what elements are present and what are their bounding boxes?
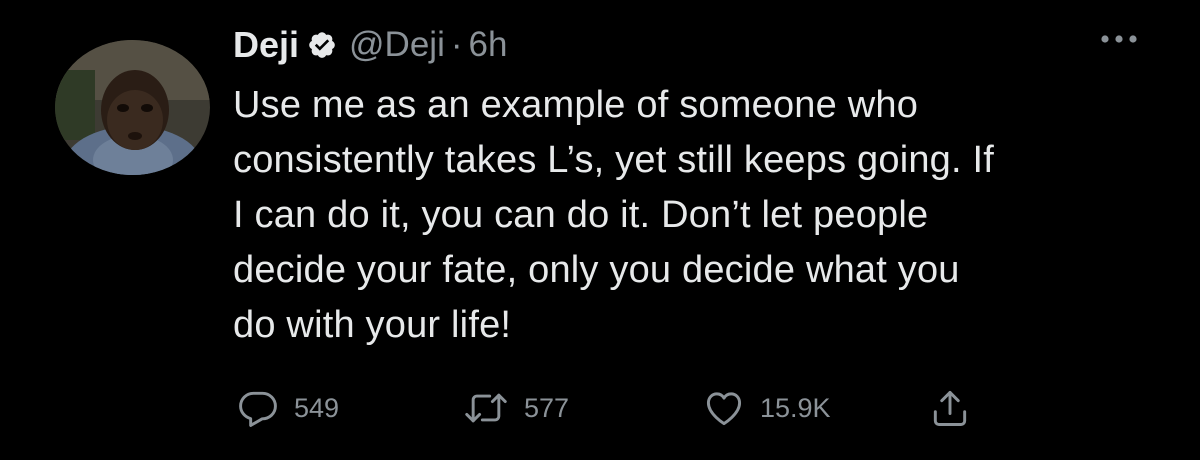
user-handle[interactable]: @Deji bbox=[349, 25, 445, 65]
tweet-text-line: decide your fate, only you decide what y… bbox=[233, 249, 960, 291]
tweet-text-line: I can do it, you can do it. Don’t let pe… bbox=[233, 194, 929, 236]
verified-badge-icon bbox=[307, 30, 337, 60]
reply-icon bbox=[239, 391, 277, 427]
like-count: 15.9K bbox=[760, 392, 831, 423]
avatar-image bbox=[55, 40, 210, 175]
tweet-header: Deji @Deji · 6h bbox=[233, 20, 507, 70]
tweet-text-line: do with your life! bbox=[233, 304, 512, 346]
display-name[interactable]: Deji bbox=[233, 24, 299, 66]
tweet-text-line: consistently takes L’s, yet still keeps … bbox=[233, 139, 995, 181]
avatar[interactable] bbox=[55, 40, 210, 175]
reply-button[interactable]: 549 bbox=[236, 383, 339, 433]
share-button[interactable] bbox=[928, 383, 972, 433]
reply-count: 549 bbox=[294, 392, 340, 423]
tweet: Deji @Deji · 6h Use me as an example of … bbox=[0, 0, 1200, 460]
tweet-text: Use me as an example of someone who cons… bbox=[233, 78, 1163, 353]
tweet-text-line: Use me as an example of someone who bbox=[233, 84, 919, 126]
retweet-count: 577 bbox=[524, 392, 570, 423]
more-options-icon[interactable] bbox=[1098, 32, 1140, 46]
separator-dot: · bbox=[450, 25, 463, 64]
like-icon bbox=[706, 392, 742, 426]
timestamp[interactable]: 6h bbox=[469, 25, 508, 65]
tweet-actions: 549 577 15.9K bbox=[230, 383, 990, 433]
retweet-button[interactable]: 577 bbox=[462, 383, 569, 433]
share-icon bbox=[933, 390, 967, 426]
retweet-icon bbox=[465, 393, 507, 423]
like-button[interactable]: 15.9K bbox=[702, 383, 831, 433]
